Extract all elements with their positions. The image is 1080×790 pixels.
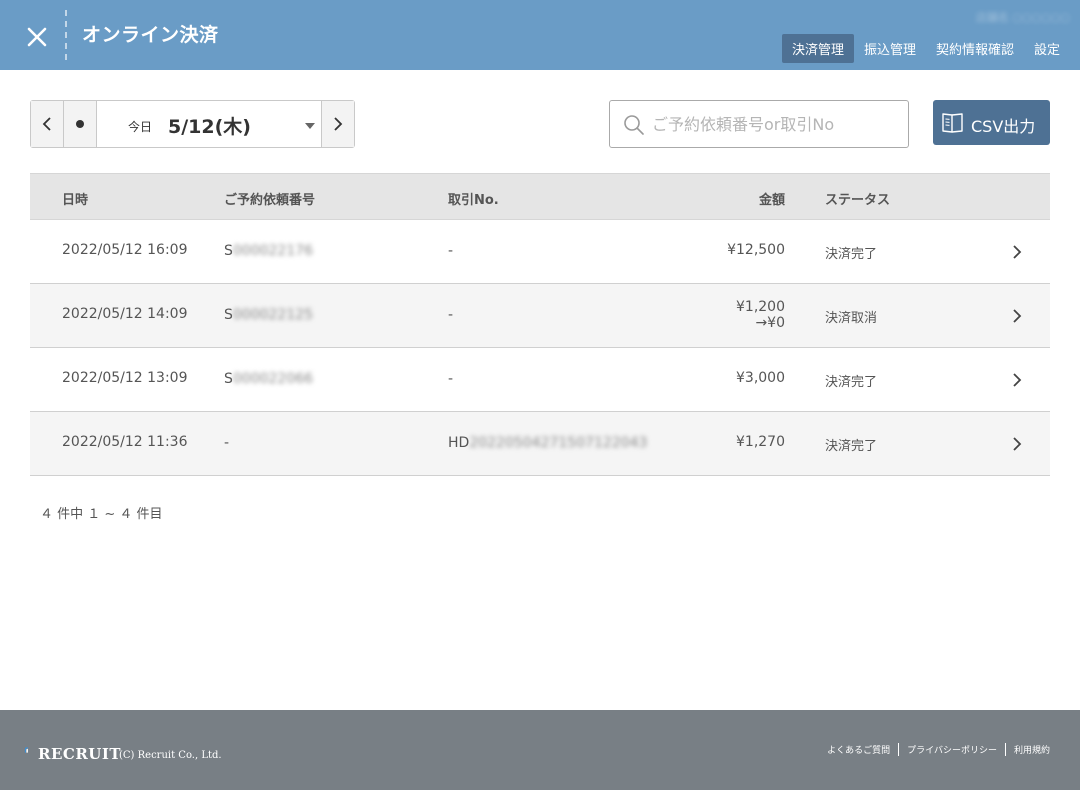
nav-item-settings[interactable]: 設定 (1024, 34, 1070, 63)
column-header-amount: 金額 (758, 193, 785, 208)
search-icon (624, 115, 644, 135)
app-header: オンライン決済 店舗名 ○○○○○○ 決済管理 振込管理 契約情報確認 設定 (0, 0, 1080, 70)
footer-link-privacy-policy[interactable]: プライバシーポリシー (898, 743, 1005, 756)
today-button[interactable] (64, 101, 97, 147)
close-button[interactable] (20, 20, 54, 54)
row-transaction-no: - (448, 243, 453, 259)
date-select[interactable]: 今日 5/12(木) (97, 101, 321, 147)
reservation-masked: 000022125 (232, 307, 314, 323)
row-reservation-number: S000022066 (224, 371, 313, 387)
caret-down-icon (305, 123, 315, 129)
row-status: 決済完了 (825, 439, 878, 454)
chevron-right-icon (1013, 309, 1022, 323)
payments-table: 日時 ご予約依頼番号 取引No. 金額 ステータス 2022/05/12 16:… (30, 173, 1050, 476)
nav-item-transfer-management[interactable]: 振込管理 (854, 34, 926, 63)
footer-link-faq[interactable]: よくあるご質問 (819, 743, 898, 756)
row-datetime: 2022/05/12 16:09 (62, 242, 188, 258)
column-header-status: ステータス (825, 193, 891, 208)
transaction-prefix: HD (448, 435, 470, 451)
row-transaction-no: HD20220504271507122043 (448, 435, 647, 451)
main-nav: 決済管理 振込管理 契約情報確認 設定 (781, 34, 1070, 63)
table-row[interactable]: 2022/05/12 16:09 S000022176 - ¥12,500 決済… (30, 220, 1050, 284)
date-navigator: 今日 5/12(木) (30, 100, 355, 148)
reservation-prefix: - (224, 435, 230, 451)
row-status: 決済完了 (825, 247, 878, 262)
transaction-prefix: - (448, 243, 454, 259)
reservation-masked: 000022176 (232, 243, 314, 259)
next-day-button[interactable] (321, 101, 354, 147)
close-icon (27, 27, 47, 47)
chevron-right-icon (1013, 437, 1022, 451)
row-datetime: 2022/05/12 11:36 (62, 434, 188, 450)
copyright: (C) Recruit Co., Ltd. (119, 750, 222, 761)
row-amount: ¥1,270 (736, 434, 785, 450)
footer-links: よくあるご質問 プライバシーポリシー 利用規約 (819, 743, 1050, 756)
dot-icon (76, 120, 84, 128)
pagination-summary: ４ 件中 １ ~ ４ 件目 (40, 507, 163, 522)
row-reservation-number: - (224, 435, 229, 451)
row-amount: ¥12,500 (727, 242, 785, 258)
table-row[interactable]: 2022/05/12 13:09 S000022066 - ¥3,000 決済完… (30, 348, 1050, 412)
row-amount-after: →¥0 (755, 315, 785, 331)
page-title: オンライン決済 (82, 24, 219, 46)
chevron-left-icon (42, 117, 51, 131)
today-label: 今日 (128, 120, 153, 134)
row-transaction-no: - (448, 307, 453, 323)
reservation-prefix: S (224, 243, 233, 259)
selected-date: 5/12(木) (168, 116, 251, 138)
transaction-masked: 20220504271507122043 (469, 435, 648, 451)
transaction-prefix: - (448, 307, 454, 323)
column-header-reservation-number: ご予約依頼番号 (224, 193, 316, 208)
row-amount: ¥3,000 (736, 370, 785, 386)
column-header-datetime: 日時 (62, 193, 89, 208)
column-header-transaction-no: 取引No. (448, 193, 499, 208)
row-datetime: 2022/05/12 13:09 (62, 370, 188, 386)
nav-item-payment-management[interactable]: 決済管理 (781, 34, 854, 63)
nav-item-contract-info[interactable]: 契約情報確認 (926, 34, 1024, 63)
table-row[interactable]: 2022/05/12 14:09 S000022125 - ¥1,200 →¥0… (30, 284, 1050, 348)
csv-export-label: CSV出力 (971, 117, 1036, 136)
chevron-right-icon (1013, 373, 1022, 387)
footer-link-terms[interactable]: 利用規約 (1004, 743, 1050, 756)
previous-day-button[interactable] (31, 101, 64, 147)
table-header: 日時 ご予約依頼番号 取引No. 金額 ステータス (30, 173, 1050, 220)
header-divider (65, 10, 67, 60)
reservation-prefix: S (224, 307, 233, 323)
row-reservation-number: S000022125 (224, 307, 313, 323)
table-row[interactable]: 2022/05/12 11:36 - HD2022050427150712204… (30, 412, 1050, 476)
row-reservation-number: S000022176 (224, 243, 313, 259)
search-input[interactable] (652, 102, 902, 146)
book-icon (942, 113, 963, 133)
row-status: 決済完了 (825, 375, 878, 390)
chevron-right-icon (334, 117, 343, 131)
csv-export-button[interactable]: CSV出力 (933, 100, 1050, 145)
footer: RECRUIT (C) Recruit Co., Ltd. よくあるご質問 プラ… (0, 710, 1080, 790)
store-name: 店舗名 ○○○○○○ (975, 11, 1070, 24)
chevron-right-icon (1013, 245, 1022, 259)
reservation-prefix: S (224, 371, 233, 387)
logo-text: RECRUIT (38, 745, 122, 763)
row-amount: ¥1,200 (736, 299, 785, 315)
row-transaction-no: - (448, 371, 453, 387)
row-datetime: 2022/05/12 14:09 (62, 306, 188, 322)
transaction-prefix: - (448, 371, 454, 387)
search-box (609, 100, 909, 148)
reservation-masked: 000022066 (232, 371, 314, 387)
row-status: 決済取消 (825, 311, 878, 326)
